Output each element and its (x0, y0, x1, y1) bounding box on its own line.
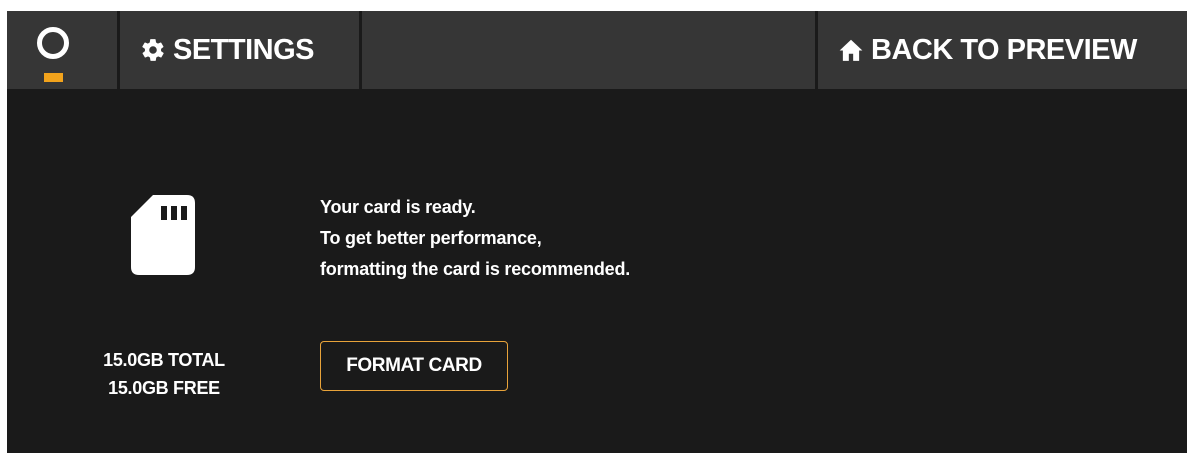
back-to-preview-label: BACK TO PREVIEW (871, 33, 1137, 66)
circle-logo-icon (37, 27, 69, 59)
settings-label: SETTINGS (173, 33, 315, 66)
message-line: To get better performance, (320, 228, 542, 248)
settings-tab[interactable]: SETTINGS (120, 11, 362, 89)
logo[interactable] (7, 11, 120, 89)
card-status-message: Your card is ready. To get better perfor… (320, 192, 630, 285)
format-card-button[interactable]: FORMAT CARD (320, 341, 508, 391)
sd-card-icon (131, 195, 195, 275)
message-line: formatting the card is recommended. (320, 259, 631, 279)
storage-info: 15.0GB TOTAL 15.0GB FREE (67, 346, 261, 402)
app-window: SETTINGS BACK TO PREVIEW 15.0GB TOTAL 15… (7, 11, 1187, 453)
storage-free: 15.0GB FREE (108, 378, 220, 398)
home-icon (839, 39, 863, 61)
storage-total: 15.0GB TOTAL (103, 350, 225, 370)
top-bar: SETTINGS BACK TO PREVIEW (7, 11, 1187, 89)
back-to-preview-button[interactable]: BACK TO PREVIEW (815, 11, 1187, 89)
gear-icon (142, 39, 164, 61)
message-line: Your card is ready. (320, 197, 476, 217)
logo-accent-bar (44, 73, 63, 82)
